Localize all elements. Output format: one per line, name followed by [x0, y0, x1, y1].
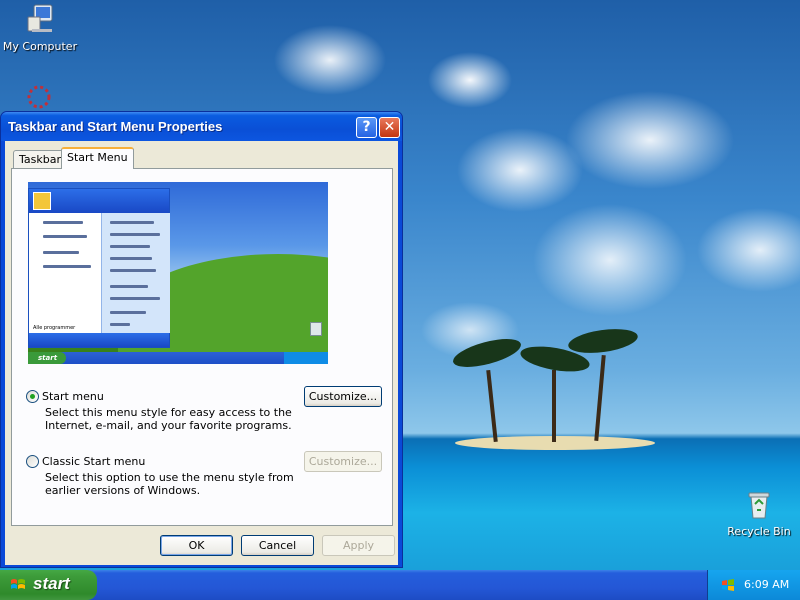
palm-trunk: [552, 370, 556, 442]
preview-taskbar: start: [28, 352, 328, 364]
tab-start-menu[interactable]: Start Menu: [61, 147, 134, 169]
palm-frond: [566, 325, 640, 357]
preview-all-programs: Alle programmer: [33, 325, 76, 331]
start-menu-radio[interactable]: [26, 390, 39, 403]
preview-menu-left: Alle programmer: [29, 213, 101, 333]
start-menu-preview: Alle programmer start: [28, 182, 328, 364]
user-avatar-icon: [33, 192, 51, 210]
tab-taskbar[interactable]: Taskbar: [13, 150, 67, 169]
preview-recycle-bin-icon: [310, 322, 322, 336]
preview-tray: [284, 352, 328, 364]
system-tray: 6:09 AM: [707, 570, 800, 600]
preview-start-label: start: [38, 354, 58, 362]
apply-button: Apply: [322, 535, 395, 556]
window-title: Taskbar and Start Menu Properties: [8, 119, 223, 134]
start-menu-label[interactable]: Start menu: [42, 390, 104, 403]
start-menu-description: Select this menu style for easy access t…: [45, 406, 292, 432]
palm-trunk: [486, 369, 498, 443]
dialog-client-area: Taskbar Start Menu Alle programmer start…: [5, 141, 398, 565]
tab-panel-start-menu: Alle programmer start Start menu Select …: [11, 168, 393, 526]
preview-menu-right: [101, 213, 170, 333]
preview-menu-footer: [29, 333, 169, 347]
taskbar: start 6:09 AM: [0, 570, 800, 600]
start-button[interactable]: start: [0, 570, 97, 600]
computer-icon: [27, 4, 53, 32]
desktop-icon-partial[interactable]: [26, 84, 52, 110]
classic-start-menu-label[interactable]: Classic Start menu: [42, 455, 145, 468]
customize-classic-button: Customize...: [304, 451, 382, 472]
desktop-icon-label: My Computer: [2, 40, 78, 53]
help-button[interactable]: ?: [356, 117, 377, 138]
network-icon: [27, 85, 51, 109]
windows-update-icon[interactable]: [720, 577, 736, 593]
windows-flag-icon: [11, 579, 25, 589]
title-bar[interactable]: Taskbar and Start Menu Properties ? ✕: [1, 112, 402, 141]
cancel-button[interactable]: Cancel: [241, 535, 314, 556]
desktop-icon-my-computer[interactable]: My Computer: [0, 3, 80, 53]
preview-menu-header: [29, 189, 169, 213]
radio-selected-dot: [30, 394, 35, 399]
classic-start-menu-radio[interactable]: [26, 455, 39, 468]
desktop-icon-label: Recycle Bin: [727, 525, 791, 538]
ok-button[interactable]: OK: [160, 535, 233, 556]
close-button[interactable]: ✕: [379, 117, 400, 138]
preview-start-menu: Alle programmer: [28, 188, 170, 348]
desktop-icon-recycle-bin[interactable]: Recycle Bin: [719, 488, 799, 538]
preview-start-button: start: [28, 352, 66, 364]
customize-start-menu-button[interactable]: Customize...: [304, 386, 382, 407]
start-label: start: [33, 574, 70, 593]
palm-frond: [450, 333, 524, 373]
recycle-bin-icon: [748, 492, 770, 519]
palm-trunk: [594, 354, 606, 442]
classic-start-menu-description: Select this option to use the menu style…: [45, 471, 294, 497]
clock[interactable]: 6:09 AM: [744, 578, 789, 591]
properties-window: Taskbar and Start Menu Properties ? ✕ Ta…: [0, 111, 403, 568]
